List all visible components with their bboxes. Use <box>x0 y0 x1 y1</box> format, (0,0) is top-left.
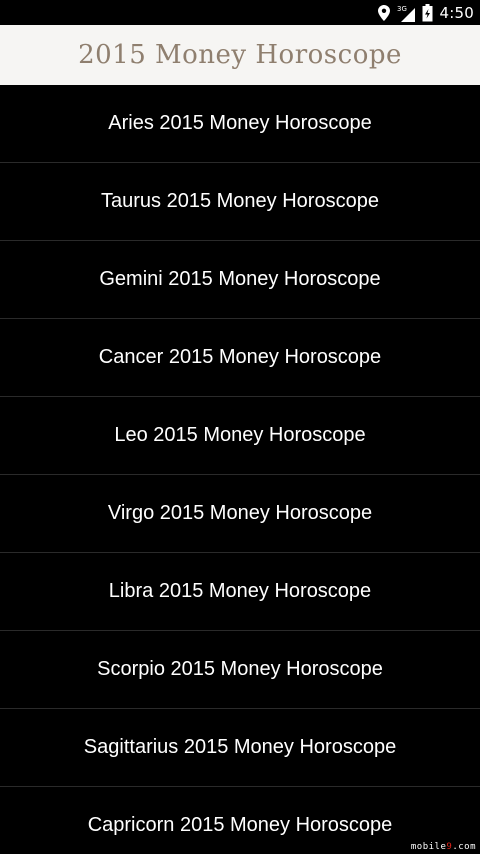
list-item-leo[interactable]: Leo 2015 Money Horoscope <box>0 397 480 475</box>
list-item-gemini[interactable]: Gemini 2015 Money Horoscope <box>0 241 480 319</box>
signal-icon: 3G <box>397 4 415 22</box>
horoscope-list[interactable]: Aries 2015 Money Horoscope Taurus 2015 M… <box>0 85 480 854</box>
list-item-taurus[interactable]: Taurus 2015 Money Horoscope <box>0 163 480 241</box>
list-item-libra[interactable]: Libra 2015 Money Horoscope <box>0 553 480 631</box>
location-icon <box>377 4 390 21</box>
list-item-aries[interactable]: Aries 2015 Money Horoscope <box>0 85 480 163</box>
watermark-part-a: mobile <box>410 842 447 852</box>
list-item-scorpio[interactable]: Scorpio 2015 Money Horoscope <box>0 631 480 709</box>
list-item-virgo[interactable]: Virgo 2015 Money Horoscope <box>0 475 480 553</box>
app-title: 2015 Money Horoscope <box>78 40 402 70</box>
title-bar: 2015 Money Horoscope <box>0 25 480 85</box>
network-type-label: 3G <box>397 5 407 13</box>
list-item-cancer[interactable]: Cancer 2015 Money Horoscope <box>0 319 480 397</box>
status-icons: 3G 4:50 <box>377 0 474 25</box>
watermark-part-c: .com <box>452 842 476 852</box>
status-time: 4:50 <box>439 3 474 22</box>
watermark: mobile9.com <box>408 842 478 852</box>
list-item-sagittarius[interactable]: Sagittarius 2015 Money Horoscope <box>0 709 480 787</box>
status-bar: 3G 4:50 <box>0 0 480 25</box>
battery-icon <box>422 3 433 22</box>
